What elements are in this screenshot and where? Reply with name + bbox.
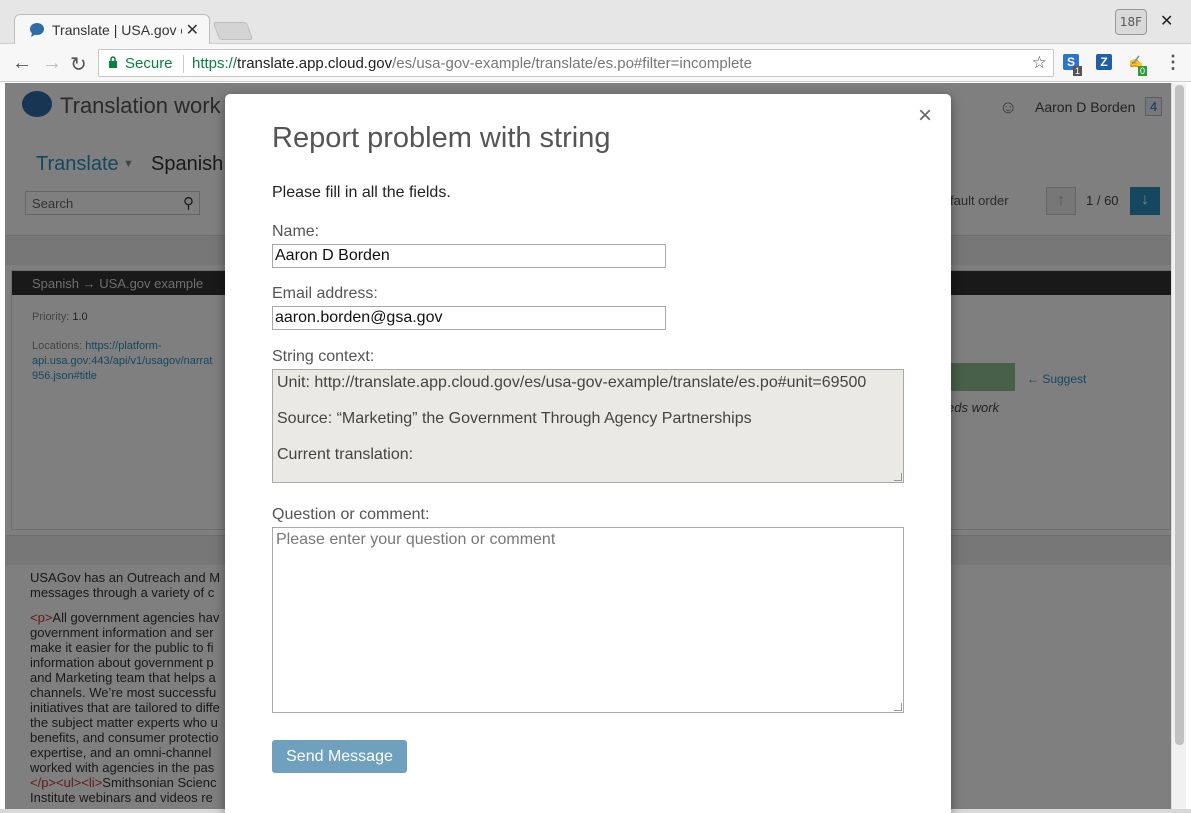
resize-handle-icon[interactable]: [894, 703, 902, 711]
send-message-button[interactable]: Send Message: [272, 740, 407, 773]
extension-badge-green: 0: [1138, 66, 1148, 76]
bookmark-star-icon[interactable]: ☆: [1032, 53, 1047, 73]
context-source: Source: “Marketing” the Government Throu…: [277, 410, 752, 427]
page-scrollbar[interactable]: [1171, 83, 1186, 809]
url-host: translate.app.cloud.gov: [237, 55, 393, 72]
tab-close-icon[interactable]: ✕: [186, 20, 199, 40]
speech-bubble-icon: [30, 23, 44, 37]
tab-strip: Translate | USA.gov example ✕ 18F ✕: [0, 0, 1191, 46]
extension-z-icon[interactable]: Z: [1096, 54, 1112, 70]
resize-handle-icon[interactable]: [894, 473, 902, 481]
dialog-title: Report problem with string: [272, 122, 611, 154]
address-bar[interactable]: Secure https://translate.app.cloud.gov/e…: [98, 49, 1054, 77]
comment-placeholder: Please enter your question or comment: [276, 531, 556, 548]
url-text[interactable]: https://translate.app.cloud.gov/es/usa-g…: [192, 55, 752, 72]
browser-toolbar: ← → ↻ Secure https://translate.app.cloud…: [0, 44, 1191, 82]
comment-label: Question or comment:: [272, 506, 430, 523]
address-separator: [183, 55, 184, 73]
email-field[interactable]: [272, 306, 666, 330]
extension-badge: 1: [1073, 66, 1083, 76]
scrollbar-thumb[interactable]: [1175, 85, 1184, 745]
context-unit: Unit: http://translate.app.cloud.gov/es/…: [277, 374, 867, 391]
new-tab-button[interactable]: [212, 22, 254, 40]
name-field[interactable]: [272, 244, 666, 268]
forward-arrow-icon[interactable]: →: [42, 52, 62, 75]
tab-title: Translate | USA.gov example: [52, 22, 182, 38]
browser-tab[interactable]: Translate | USA.gov example ✕: [14, 14, 210, 46]
window-close-icon[interactable]: ✕: [1160, 11, 1173, 31]
url-scheme: https://: [192, 55, 238, 72]
profile-badge[interactable]: 18F: [1115, 9, 1147, 35]
string-context-label: String context:: [272, 348, 375, 365]
string-context-field[interactable]: Unit: http://translate.app.cloud.gov/es/…: [272, 369, 904, 483]
browser-menu-icon[interactable]: ⋮: [1164, 52, 1182, 73]
name-label: Name:: [272, 223, 320, 240]
lock-icon: [109, 56, 117, 68]
url-path: /es/usa-gov-example/translate/es.po#filt…: [392, 55, 752, 72]
back-arrow-icon[interactable]: ←: [12, 52, 32, 75]
close-icon[interactable]: ×: [918, 102, 932, 130]
email-label: Email address:: [272, 285, 378, 302]
report-problem-dialog: × Report problem with string Please fill…: [225, 94, 951, 813]
context-current-translation: Current translation:: [277, 446, 414, 463]
dialog-instructions: Please fill in all the fields.: [272, 184, 451, 201]
secure-label: Secure: [125, 55, 173, 72]
comment-textarea[interactable]: Please enter your question or comment: [272, 527, 904, 713]
reload-icon[interactable]: ↻: [70, 52, 87, 77]
